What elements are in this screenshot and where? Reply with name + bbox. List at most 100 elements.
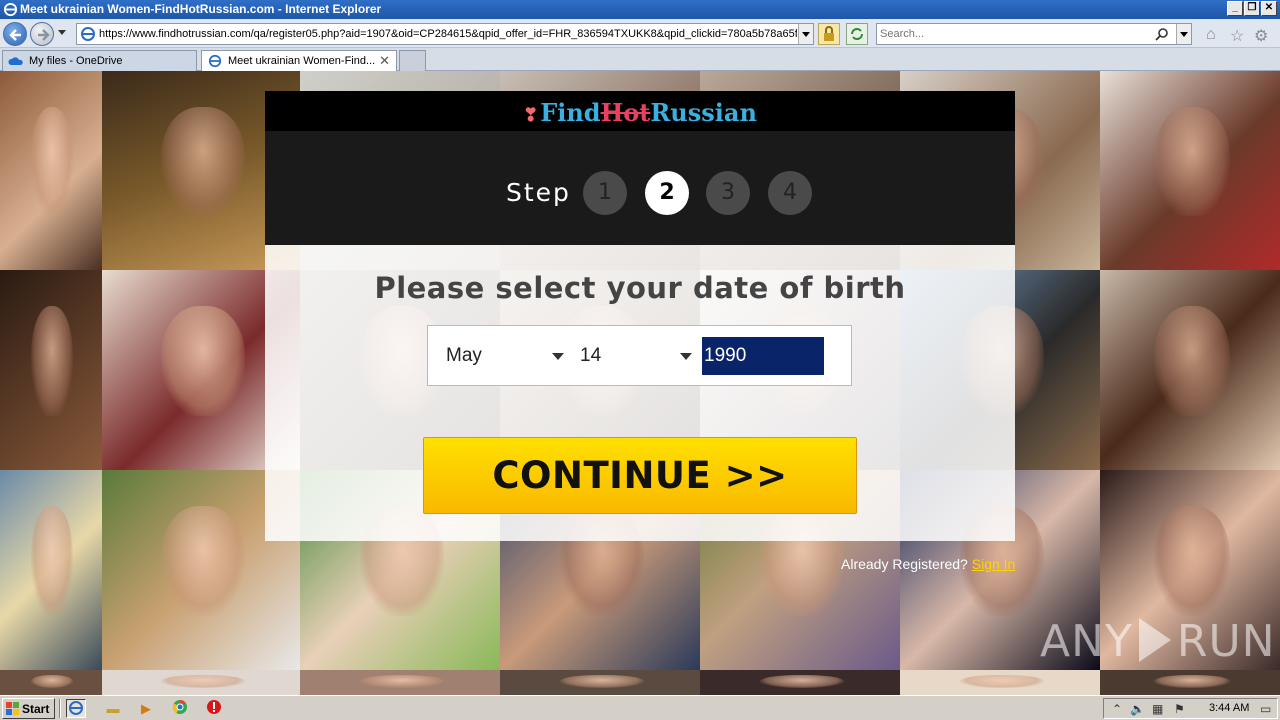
network-icon[interactable]: ▦: [1152, 702, 1163, 716]
minimize-button[interactable]: _: [1227, 1, 1243, 16]
favorites-star-icon[interactable]: ☆: [1230, 26, 1244, 46]
show-desktop-icon[interactable]: ▭: [1260, 702, 1271, 716]
year-input[interactable]: 1990: [702, 337, 824, 375]
action-center-flag-icon[interactable]: ⚑: [1174, 702, 1185, 716]
already-registered-text: Already Registered?: [841, 556, 968, 572]
dob-fields: May 14 1990: [427, 325, 852, 386]
chevron-down-icon: [552, 353, 564, 360]
volume-icon[interactable]: 🔈: [1130, 702, 1145, 716]
clock[interactable]: 3:44 AM: [1209, 702, 1249, 714]
step-1: 1: [583, 171, 627, 215]
search-icon[interactable]: [1155, 27, 1169, 41]
sign-in-link[interactable]: Sign In: [972, 556, 1016, 572]
continue-button[interactable]: CONTINUE >>: [423, 437, 857, 514]
ie-logo-icon: [3, 2, 18, 17]
background-photo: [1100, 270, 1280, 470]
media-player-icon[interactable]: ▶: [136, 699, 156, 718]
background-photo: [0, 71, 102, 270]
month-select[interactable]: May: [446, 336, 564, 376]
page-ie-icon: [81, 27, 95, 41]
site-logo[interactable]: ❣FindHotRussian: [265, 98, 1015, 127]
already-registered: Already Registered? Sign In: [841, 556, 1015, 572]
play-icon: [1138, 618, 1171, 662]
tab-label: My files - OneDrive: [29, 55, 123, 67]
background-photo: [0, 270, 102, 470]
background-photo: [1100, 71, 1280, 270]
back-button[interactable]: [3, 22, 27, 46]
red-circle-icon: [207, 700, 221, 714]
background-photo: [0, 670, 102, 695]
address-bar[interactable]: https://www.findhotrussian.com/qa/regist…: [76, 23, 814, 45]
window-title: Meet ukrainian Women-FindHotRussian.com …: [20, 2, 382, 16]
windows-flag-icon: [6, 702, 19, 715]
taskbar-separator: [59, 699, 61, 718]
search-input[interactable]: [880, 27, 1150, 41]
chrome-logo-icon: [173, 700, 187, 714]
step-label: Step: [506, 178, 571, 207]
background-photo: [102, 670, 300, 695]
background-photo: [0, 470, 102, 670]
url-text[interactable]: https://www.findhotrussian.com/qa/regist…: [99, 28, 797, 40]
chrome-icon[interactable]: [170, 699, 190, 718]
security-alert-icon[interactable]: [204, 699, 224, 718]
tab-close-icon[interactable]: ✕: [379, 53, 390, 69]
tab-label: Meet ukrainian Women-Find...: [228, 55, 376, 67]
steps-bar: Step 1 2 3 4: [265, 131, 1015, 245]
lock-icon[interactable]: [818, 23, 840, 45]
navigation-bar: https://www.findhotrussian.com/qa/regist…: [0, 19, 1280, 48]
background-photo: [1100, 670, 1280, 695]
padlock-icon: [824, 26, 834, 41]
background-photo: [500, 670, 700, 695]
page-content: ❣FindHotRussian Step 1 2 3 4 Please sele…: [0, 71, 1280, 695]
refresh-icon: [851, 28, 863, 40]
start-button[interactable]: Start: [2, 698, 55, 719]
explorer-folder-icon[interactable]: ▬: [103, 699, 123, 718]
form-title: Please select your date of birth: [374, 271, 906, 305]
heart-logo-icon: ❣: [523, 105, 539, 126]
close-button[interactable]: ✕: [1261, 1, 1277, 16]
back-arrow-icon: [9, 29, 21, 41]
ie-taskbar-icon[interactable]: [66, 699, 86, 718]
day-value: 14: [580, 345, 602, 366]
history-dropdown-icon[interactable]: [58, 30, 66, 35]
address-dropdown-icon[interactable]: [798, 24, 813, 44]
tab-findhotrussian[interactable]: Meet ukrainian Women-Find... ✕: [201, 50, 397, 71]
step-3: 3: [706, 171, 750, 215]
anyrun-watermark: ANY RUN: [1040, 616, 1276, 667]
compatibility-refresh-button[interactable]: [846, 23, 868, 45]
logo-russian-text: Russian: [650, 98, 757, 127]
onedrive-cloud-icon: [8, 57, 23, 65]
search-dropdown-icon[interactable]: [1176, 24, 1191, 44]
watermark-right-text: RUN: [1176, 616, 1276, 667]
ie-icon: [69, 701, 83, 715]
day-select[interactable]: 14: [580, 336, 692, 376]
logo-hot-text: Hot: [600, 98, 651, 127]
tab-strip: My files - OneDrive Meet ukrainian Women…: [0, 48, 1280, 71]
start-label: Start: [22, 702, 50, 716]
ie-tab-icon: [208, 54, 222, 68]
background-photo: [700, 670, 900, 695]
forward-button[interactable]: [30, 22, 54, 46]
system-tray: ⌃ 🔈 ▦ ⚑ ▭: [1103, 698, 1278, 719]
logo-bar: ❣FindHotRussian: [265, 91, 1015, 131]
search-box[interactable]: [876, 23, 1192, 45]
watermark-left-text: ANY: [1040, 616, 1133, 667]
window-title-bar: Meet ukrainian Women-FindHotRussian.com …: [0, 0, 1280, 19]
taskbar: Start ▬ ▶ ⌃ 🔈 ▦ ⚑ ▭ 3:44 AM: [0, 695, 1280, 720]
logo-find-text: Find: [540, 98, 601, 127]
step-2-active: 2: [645, 171, 689, 215]
chevron-down-icon: [680, 353, 692, 360]
dob-form-panel: Please select your date of birth May 14 …: [265, 245, 1015, 541]
show-hidden-icons-icon[interactable]: ⌃: [1112, 702, 1122, 716]
home-icon[interactable]: ⌂: [1206, 26, 1216, 44]
forward-arrow-icon: [38, 29, 50, 41]
registration-modal: ❣FindHotRussian Step 1 2 3 4 Please sele…: [265, 91, 1015, 541]
maximize-button[interactable]: ❐: [1244, 1, 1260, 16]
tab-onedrive[interactable]: My files - OneDrive: [2, 50, 197, 71]
background-photo: [300, 670, 500, 695]
settings-gear-icon[interactable]: ⚙: [1254, 26, 1268, 46]
step-4: 4: [768, 171, 812, 215]
new-tab-button[interactable]: [399, 50, 426, 71]
month-value: May: [446, 345, 482, 366]
background-photo: [900, 670, 1100, 695]
